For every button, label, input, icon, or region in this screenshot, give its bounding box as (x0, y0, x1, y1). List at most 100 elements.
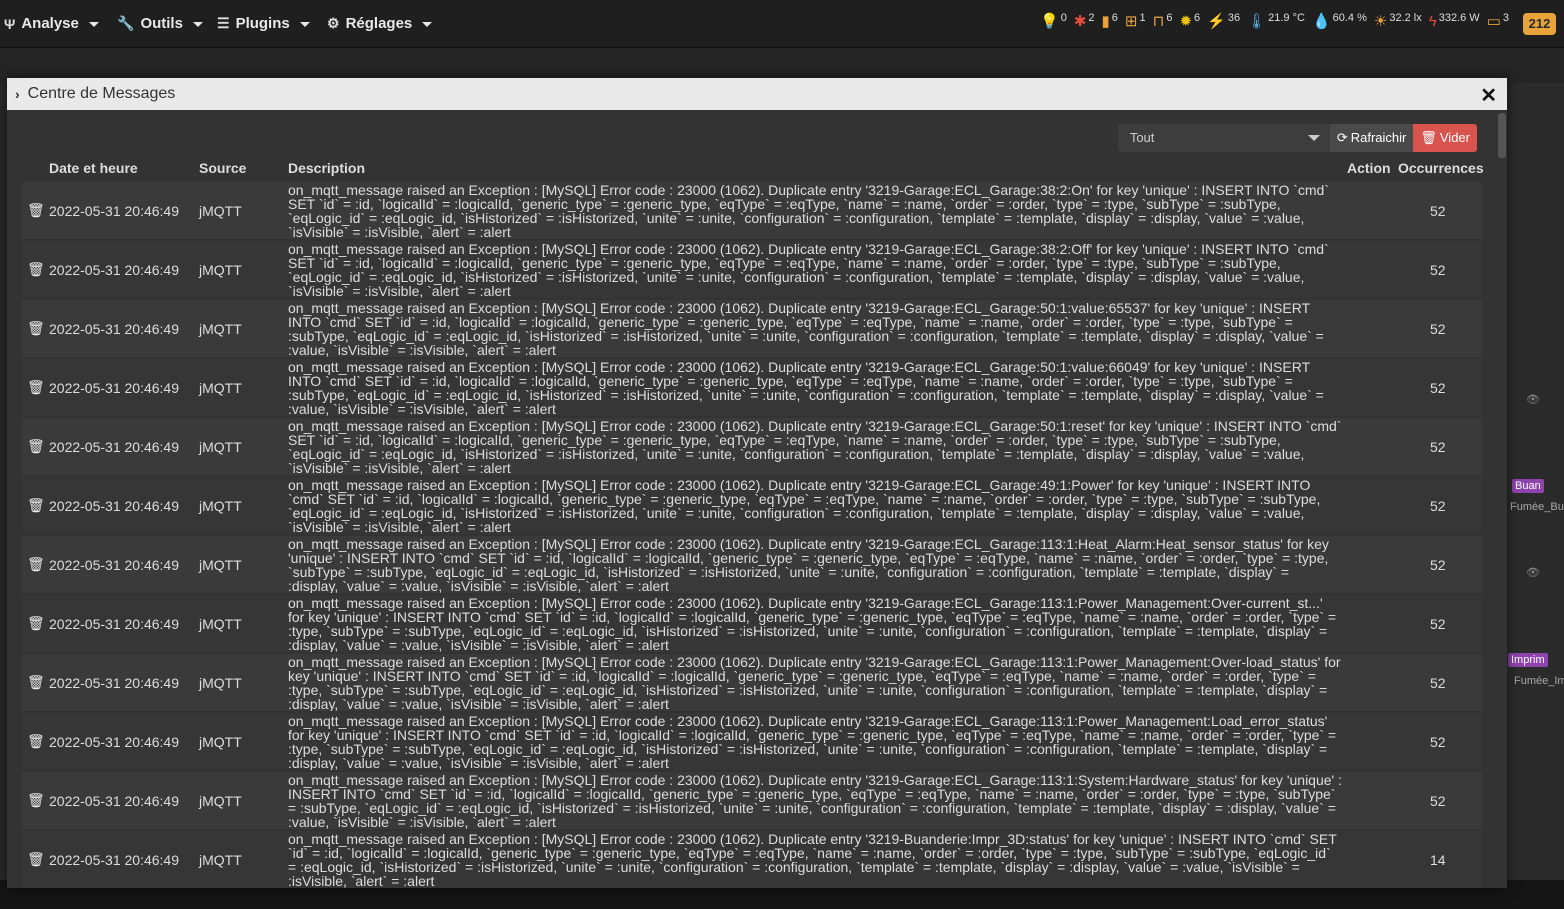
menu-outils[interactable]: 🔧 Outils (117, 0, 203, 47)
notification-badge[interactable]: 212 (1523, 13, 1556, 35)
delete-message-icon[interactable]: 🗑 (27, 320, 45, 337)
row-occurrences: 52 (1430, 439, 1446, 455)
table-row: 🗑 2022-05-31 20:46:49 jMQTT on_mqtt_message… (22, 241, 1482, 298)
row-source: jMQTT (199, 675, 242, 691)
thermometer-icon: 🌡 (1247, 13, 1267, 30)
header-occurrences[interactable]: Occurrences (1398, 160, 1484, 176)
delete-message-icon[interactable]: 🗑 (27, 261, 45, 278)
delete-message-icon[interactable]: 🗑 (27, 202, 45, 219)
menu-analyse-label: Analyse (21, 15, 79, 32)
row-occurrences: 14 (1430, 852, 1446, 868)
delete-message-icon[interactable]: 🗑 (27, 556, 45, 573)
chevron-right-icon[interactable]: › (15, 86, 20, 102)
refresh-icon: ⟳ (1336, 130, 1348, 145)
status-item[interactable]: ✹ 6 (1179, 12, 1200, 31)
row-date: 2022-05-31 20:46:49 (49, 675, 179, 691)
row-occurrences: 52 (1430, 616, 1446, 632)
status-value: 6 (1166, 12, 1173, 24)
row-date: 2022-05-31 20:46:49 (49, 203, 179, 219)
row-source: jMQTT (199, 734, 242, 750)
status-item[interactable]: ⊞ 1 (1124, 12, 1146, 31)
status-summary: 💡 0 ✱ 2 ▮ 6 ⊞ 1 ⊓ 6 ✹ 6 ⚡ 36 🌡 21.9 °C 💧 60.4 % ☀ 32.2 lx ϟ 3… (1040, 12, 1509, 31)
delete-message-icon[interactable]: 🗑 (27, 674, 45, 691)
label-fumee-bu: Fumée_Bu (1510, 501, 1564, 513)
table-row: 🗑 2022-05-31 20:46:49 jMQTT on_mqtt_message… (22, 772, 1482, 829)
menu-plugins[interactable]: ☰ Plugins (217, 0, 310, 47)
delete-message-icon[interactable]: 🗑 (27, 497, 45, 514)
label-fumee-im: Fumée_Im (1514, 675, 1564, 687)
row-date: 2022-05-31 20:46:49 (49, 616, 179, 632)
humidity-icon: 💧 (1311, 13, 1331, 30)
row-date: 2022-05-31 20:46:49 (49, 321, 179, 337)
person-running-icon: ✱ (1073, 13, 1087, 30)
status-item[interactable]: ⚡ 36 (1207, 12, 1241, 31)
delete-message-icon[interactable]: 🗑 (27, 733, 45, 750)
refresh-button[interactable]: ⟳ Rafraichir (1329, 124, 1414, 152)
status-item[interactable]: 💧 60.4 % (1311, 12, 1367, 31)
row-date: 2022-05-31 20:46:49 (49, 498, 179, 514)
messages-table: Date et heure Source Description Action … (22, 154, 1484, 888)
status-item[interactable]: 🌡 21.9 °C (1247, 12, 1305, 31)
table-row: 🗑 2022-05-31 20:46:49 jMQTT on_mqtt_message… (22, 713, 1482, 770)
tag-buan[interactable]: Buan (1512, 479, 1544, 493)
close-icon[interactable]: ✕ (1480, 83, 1497, 108)
tag-imprim[interactable]: Imprim (1508, 653, 1548, 667)
filter-select[interactable]: Tout (1117, 124, 1330, 152)
row-date: 2022-05-31 20:46:49 (49, 262, 179, 278)
menu-reglages[interactable]: ⚙ Réglages (327, 0, 433, 47)
row-source: jMQTT (199, 793, 242, 809)
header-action[interactable]: Action (1347, 160, 1391, 176)
status-value: 6 (1111, 12, 1118, 24)
status-item[interactable]: ☀ 32.2 lx (1374, 12, 1422, 31)
delete-message-icon[interactable]: 🗑 (27, 851, 45, 868)
row-source: jMQTT (199, 498, 242, 514)
delete-message-icon[interactable]: 🗑 (27, 615, 45, 632)
row-description: on_mqtt_message raised an Exception : [M… (288, 832, 1337, 888)
status-item[interactable]: ϟ 332.6 W (1428, 12, 1480, 31)
chevron-down-icon (422, 22, 433, 27)
clear-button[interactable]: 🗑 Vider (1413, 124, 1477, 152)
menu-plugins-label: Plugins (235, 15, 290, 32)
row-source: jMQTT (199, 439, 242, 455)
row-source: jMQTT (199, 852, 242, 868)
delete-message-icon[interactable]: 🗑 (27, 379, 45, 396)
row-source: jMQTT (199, 380, 242, 396)
row-description: on_mqtt_message raised an Exception : [M… (288, 242, 1329, 298)
window-icon: ⊞ (1124, 13, 1138, 30)
chevron-down-icon (299, 22, 310, 27)
bulb-icon: 💡 (1040, 13, 1059, 30)
table-row: 🗑 2022-05-31 20:46:49 jMQTT on_mqtt_message… (22, 182, 1482, 239)
shutter-icon: ⊓ (1152, 13, 1165, 30)
message-center-modal: › Centre de Messages ✕ Tout ⟳ Rafraichir… (7, 78, 1507, 888)
row-description: on_mqtt_message raised an Exception : [M… (288, 419, 1342, 475)
header-description[interactable]: Description (288, 160, 365, 176)
status-item[interactable]: ▮ 6 (1101, 12, 1118, 31)
status-value: 36 (1227, 12, 1241, 24)
menu-analyse[interactable]: Ψ Analyse (4, 0, 99, 47)
dropdown-arrow-icon (1307, 135, 1320, 141)
scrollbar-thumb[interactable] (1498, 113, 1506, 158)
row-description: on_mqtt_message raised an Exception : [M… (288, 655, 1341, 711)
status-item[interactable]: ▭ 3 (1487, 12, 1509, 31)
status-item[interactable]: ⊓ 6 (1152, 12, 1173, 31)
door-icon: ▮ (1101, 13, 1110, 30)
row-description: on_mqtt_message raised an Exception : [M… (288, 596, 1337, 652)
row-source: jMQTT (199, 203, 242, 219)
row-description: on_mqtt_message raised an Exception : [M… (288, 478, 1321, 534)
trash-icon: 🗑 (1420, 130, 1437, 145)
wrench-icon: 🔧 (117, 15, 135, 31)
status-value: 21.9 °C (1268, 12, 1305, 24)
status-item[interactable]: ✱ 2 (1073, 12, 1095, 31)
status-item[interactable]: 💡 0 (1040, 12, 1067, 31)
header-source[interactable]: Source (199, 160, 246, 176)
power-icon: ϟ (1428, 13, 1437, 30)
chevron-down-icon (88, 22, 99, 27)
header-date[interactable]: Date et heure (49, 160, 138, 176)
modal-title: Centre de Messages (27, 85, 176, 102)
chevron-down-icon (192, 22, 203, 27)
delete-message-icon[interactable]: 🗑 (27, 792, 45, 809)
row-source: jMQTT (199, 262, 242, 278)
delete-message-icon[interactable]: 🗑 (27, 438, 45, 455)
row-description: on_mqtt_message raised an Exception : [M… (288, 714, 1337, 770)
background-dashboard: 👁 Buan Fumée_Bu 👁 Imprim Fumée_Im (1508, 83, 1564, 878)
